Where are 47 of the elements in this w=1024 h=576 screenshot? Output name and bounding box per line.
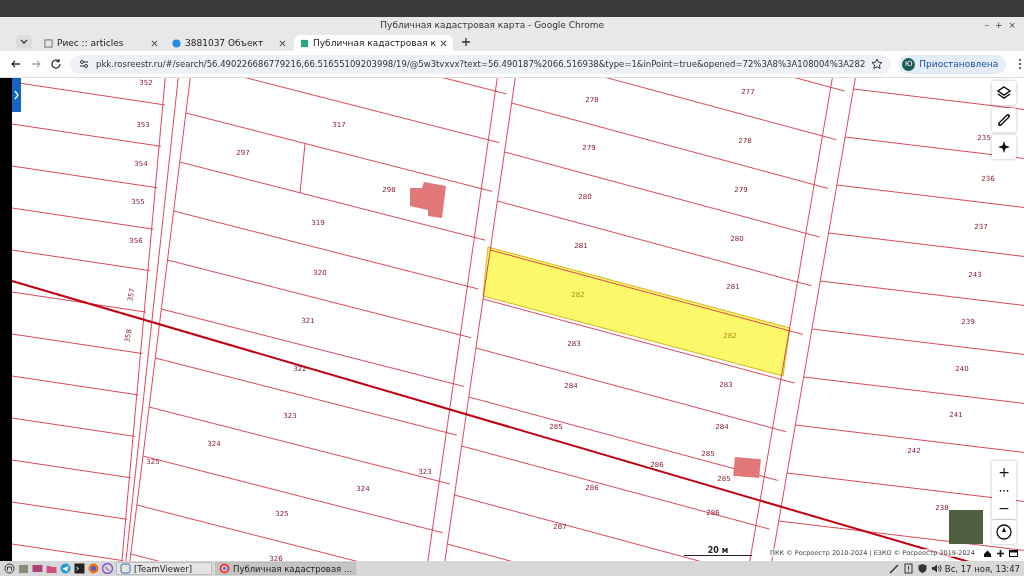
taskbar-window-button[interactable]: [TeamViewer] [116,562,212,575]
reload-icon[interactable] [50,58,62,70]
volume-icon[interactable] [930,563,942,574]
bookmark-star-icon[interactable] [871,58,884,70]
clock: Вс, 17 ноя, 13:47 [944,563,1020,574]
browser-tab[interactable]: 3881037 Объект [166,35,292,51]
map-favicon-icon [300,38,309,48]
clipboard-icon[interactable] [902,563,914,574]
phone-chat-icon[interactable] [102,563,113,574]
image-viewer-icon[interactable] [32,563,43,574]
browser-icon [219,563,230,574]
locate-icon[interactable] [992,135,1016,159]
browser-tab[interactable]: Риес :: articles [38,35,164,51]
window-control[interactable]: – [984,20,989,30]
folder-icon[interactable] [46,563,57,574]
close-icon[interactable] [151,39,158,47]
shield-icon[interactable] [916,563,928,574]
close-icon[interactable] [279,39,286,47]
home-icon[interactable] [983,549,992,558]
globe-icon [172,38,181,48]
zoom-in-button[interactable]: + [992,461,1016,483]
building-footprint [733,456,761,479]
window-icon[interactable] [1009,549,1018,558]
window-control[interactable]: × [1008,20,1016,30]
back-icon[interactable] [10,58,22,70]
plus-icon[interactable] [996,549,1005,558]
window-icon [120,563,131,574]
building-footprint [410,182,446,218]
tab-search-button[interactable] [16,35,32,49]
sidebar-toggle-button[interactable] [12,78,21,112]
satellite-thumbnail[interactable] [949,510,983,544]
scale-bar: 20 м [684,546,752,556]
page-icon [44,38,53,48]
window-control[interactable]: + [994,20,1003,30]
pen-icon[interactable] [888,563,900,574]
taskbar-window-button[interactable]: Публичная кадастровая ... [215,562,356,575]
compass-icon[interactable] [992,520,1016,544]
zoom-out-button[interactable]: − [992,497,1016,519]
ruler-icon[interactable] [992,108,1016,132]
terminal-icon[interactable] [74,563,85,574]
layers-icon[interactable] [992,81,1016,105]
browser-tab[interactable]: Публичная кадастровая к [294,35,453,51]
window-title: Публичная кадастровая карта - Google Chrome [379,20,606,30]
start-menu-icon[interactable] [4,563,15,574]
site-info-icon[interactable] [78,58,90,70]
address-bar[interactable]: pkk.rosreestr.ru/#/search/56.490226686779216,66.51655109203998/19/@5w3tvxvx?text=56.490187%2066.516938&type=1&inPoint=true&opened=72%3A8%3A108004%3A282 [70,54,892,74]
close-icon[interactable] [439,39,447,47]
